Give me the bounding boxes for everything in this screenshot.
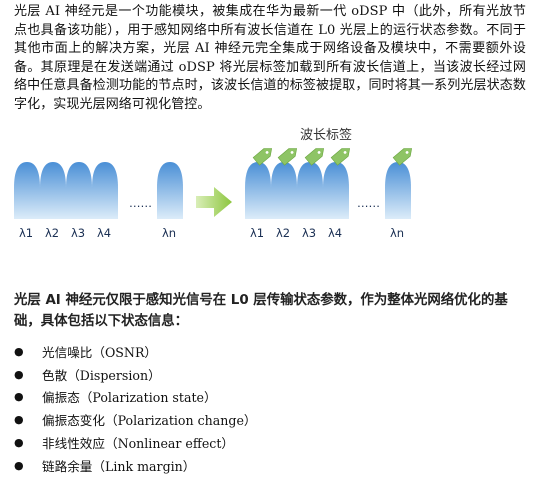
- state-label: 色散（Dispersion）: [42, 367, 161, 383]
- wavelength-tag-figure: …… λ1 λ2 λ3 λ4 λn 波长标签 …… λ1 λ2 λ3 λ4 λn: [0, 118, 539, 248]
- wavelength-label: λ3: [302, 226, 316, 240]
- channel-wave: [92, 162, 118, 219]
- bullet-icon: ●: [14, 413, 24, 427]
- wavelength-label: λ3: [71, 226, 85, 240]
- channel-wave: [14, 162, 40, 219]
- bullet-icon: ●: [14, 390, 24, 404]
- channel-wave: [245, 162, 271, 219]
- channel-wave: [271, 162, 297, 219]
- state-label: 偏振态变化（Polarization change）: [42, 413, 257, 429]
- list-item: ● 光信噪比（OSNR）: [12, 340, 257, 363]
- bullet-icon: ●: [14, 367, 24, 381]
- tag-icon: [277, 148, 298, 166]
- channel-wave: [385, 162, 411, 219]
- section-heading: 光层 AI 神经元仅限于感知光信号在 L0 层传输状态参数，作为整体光网络优化的…: [14, 293, 508, 329]
- state-label: 光信噪比（OSNR）: [42, 344, 158, 360]
- wavelength-label: λn: [162, 226, 176, 240]
- tag-title: 波长标签: [300, 127, 352, 143]
- channel-wave: [66, 162, 92, 219]
- wavelength-label: λ2: [276, 226, 290, 240]
- channel-wave: [323, 162, 349, 219]
- channel-wave: [297, 162, 323, 219]
- process-arrow: [196, 187, 232, 217]
- wavelength-label: λ1: [250, 226, 264, 240]
- bullet-icon: ●: [14, 458, 24, 472]
- tagged-channels: 波长标签 …… λ1 λ2 λ3 λ4 λn: [245, 127, 413, 240]
- state-label: 链路余量（Link margin）: [42, 458, 196, 474]
- channel-wave: [157, 162, 183, 219]
- wavelength-label: λ2: [45, 226, 59, 240]
- list-item: ● 偏振态（Polarization state）: [12, 386, 257, 409]
- wavelength-label: λn: [390, 226, 404, 240]
- list-item: ● 色散（Dispersion）: [12, 363, 257, 386]
- wavelength-diagram: …… λ1 λ2 λ3 λ4 λn 波长标签 …… λ1 λ2 λ3 λ4 λn: [14, 127, 413, 240]
- wavelength-label: λ4: [328, 226, 342, 240]
- bullet-icon: ●: [14, 344, 24, 358]
- list-item: ● 非线性效应（Nonlinear effect）: [12, 431, 257, 454]
- list-item: ● 链路余量（Link margin）: [12, 454, 257, 477]
- ellipsis: ……: [129, 196, 152, 210]
- wavelength-label: λ1: [19, 226, 33, 240]
- wavelength-label: λ4: [97, 226, 111, 240]
- input-channels: …… λ1 λ2 λ3 λ4 λn: [14, 162, 183, 240]
- bullet-icon: ●: [14, 436, 24, 450]
- state-label: 非线性效应（Nonlinear effect）: [42, 436, 234, 452]
- state-label: 偏振态（Polarization state）: [42, 390, 217, 406]
- channel-wave: [40, 162, 66, 219]
- ellipsis: ……: [357, 196, 380, 210]
- list-item: ● 偏振态变化（Polarization change）: [12, 408, 257, 431]
- intro-paragraph: 光层 AI 神经元是一个功能模块，被集成在华为最新一代 oDSP 中（此外，所有…: [14, 4, 526, 112]
- state-list: ● 光信噪比（OSNR） ● 色散（Dispersion） ● 偏振态（Pola…: [12, 340, 257, 477]
